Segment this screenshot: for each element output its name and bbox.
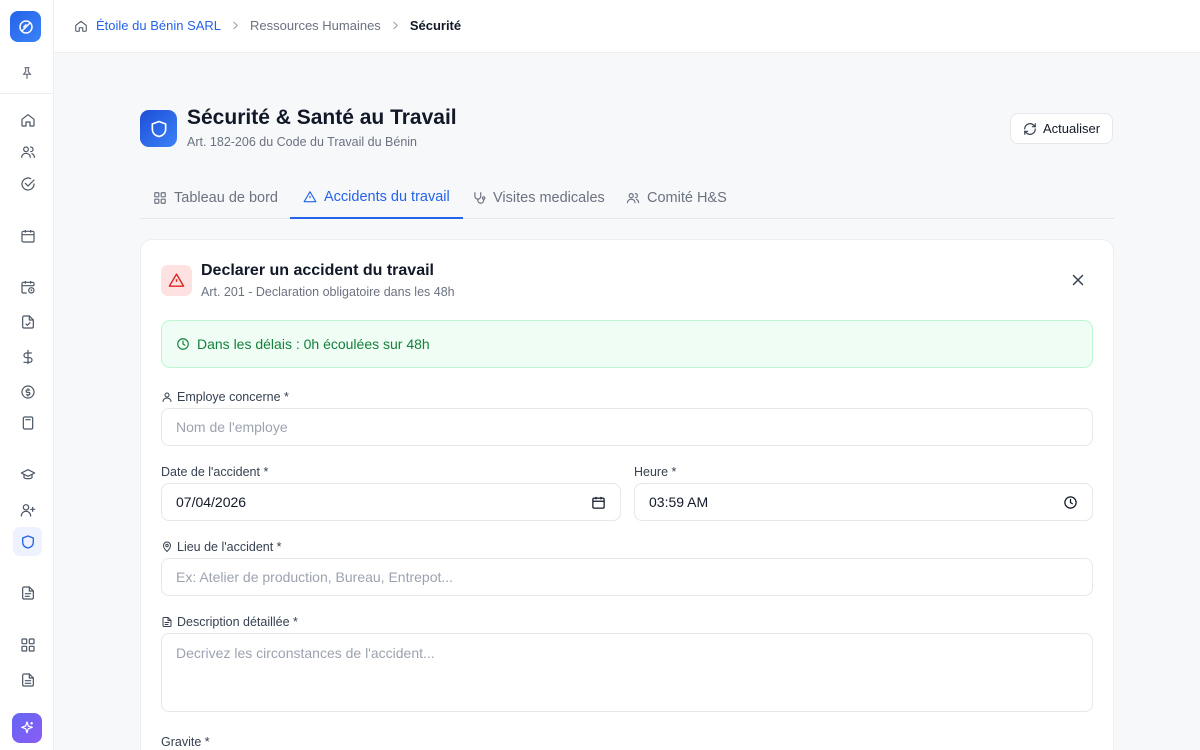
grid-icon [20,637,35,652]
nav-employees[interactable] [13,137,42,166]
refresh-button[interactable]: Actualiser [1010,113,1113,144]
deadline-status-text: Dans les délais : 0h écoulées sur 48h [197,336,430,352]
pin-icon[interactable] [19,65,35,81]
clock-icon [1064,495,1077,509]
calendar-icon [20,229,35,243]
user-plus-icon [20,503,35,517]
date-label-text: Date de l'accident * [161,465,269,479]
user-icon [162,392,172,402]
app-logo[interactable] [10,11,41,42]
tab-label: Tableau de bord [174,190,278,206]
tab-medical-visits[interactable]: Visites medicales [459,177,618,219]
sparkles-icon [21,721,33,734]
sidebar-divider [0,93,54,94]
file-list-icon [21,672,34,687]
warning-icon [303,191,317,203]
date-input[interactable]: 07/04/2026 [161,483,621,521]
deadline-status-banner: Dans les délais : 0h écoulées sur 48h [161,320,1093,368]
stethoscope-icon [474,192,486,204]
shield-icon [140,110,177,147]
breadcrumb-company[interactable]: Étoile du Bénin SARL [96,18,221,33]
nav-logs[interactable] [13,665,42,694]
location-label: Lieu de l'accident * [161,540,282,554]
tab-label: Visites medicales [493,190,605,206]
description-textarea[interactable] [161,633,1093,712]
tab-dashboard[interactable]: Tableau de bord [140,177,291,219]
check-circle-icon [20,176,35,191]
nav-schedule[interactable] [13,272,42,301]
nav-documents-check[interactable] [13,307,42,336]
breadcrumb: Étoile du Bénin SARL Ressources Humaines… [74,18,461,33]
page-subtitle: Art. 182-206 du Code du Travail du Bénin [187,135,418,149]
severity-label: Gravite * [161,735,210,749]
location-label-text: Lieu de l'accident * [177,540,282,554]
breadcrumb-current: Sécurité [409,18,462,33]
nav-payroll[interactable] [13,342,42,371]
time-input[interactable]: 03:59 AM [634,483,1093,521]
home-icon [20,113,35,127]
date-label: Date de l'accident * [161,465,268,479]
coin-icon [20,384,35,399]
grid-icon [154,192,166,204]
file-text-icon [162,617,172,627]
form-subtitle: Art. 201 - Declaration obligatoire dans … [201,285,455,299]
nav-training[interactable] [13,460,42,489]
nav-apps[interactable] [13,630,42,659]
description-label: Description détaillée * [161,615,298,629]
nav-recruitment[interactable] [13,495,42,524]
employee-label-text: Employe concerne * [177,390,289,404]
nav-tasks[interactable] [13,169,42,198]
warning-icon [161,265,192,296]
accident-declaration-form: Declarer un accident du travail Art. 201… [140,239,1114,750]
page-title: Sécurité & Santé au Travail [187,106,457,129]
severity-label-text: Gravite * [161,735,210,749]
nav-calendar[interactable] [13,221,42,250]
description-label-text: Description détaillée * [177,615,298,629]
clock-icon [177,338,189,350]
nav-finance[interactable] [13,377,42,406]
tab-committee[interactable]: Comité H&S [613,177,740,219]
form-title: Declarer un accident du travail [201,262,434,279]
file-text-icon [21,585,34,600]
top-bar: Étoile du Bénin SARL Ressources Humaines… [54,0,1200,53]
chevron-right-icon [229,19,242,32]
refresh-label: Actualiser [1042,121,1101,136]
location-input[interactable] [161,558,1093,596]
nav-security[interactable] [13,527,42,556]
breadcrumb-hr[interactable]: Ressources Humaines [250,18,381,33]
calendar-icon [592,496,605,509]
employee-input[interactable] [161,408,1093,446]
ai-assistant-button[interactable] [12,713,42,743]
users-icon [626,193,640,204]
tab-label: Comité H&S [647,190,727,206]
time-label-text: Heure * [634,465,677,479]
graduation-cap-icon [20,468,35,479]
time-label: Heure * [634,465,676,479]
main-content: Sécurité & Santé au Travail Art. 182-206… [54,53,1200,750]
chevron-right-icon [389,19,402,32]
nav-reports[interactable] [13,578,42,607]
time-value: 03:59 AM [649,494,709,510]
date-value: 07/04/2026 [176,494,247,510]
dollar-icon [22,349,33,364]
calculator-icon [22,415,33,430]
employee-label: Employe concerne * [161,390,289,404]
shield-icon [21,534,34,549]
map-pin-icon [162,541,172,553]
file-check-icon [21,314,34,329]
home-icon[interactable] [74,19,88,33]
tab-accidents[interactable]: Accidents du travail [290,177,463,219]
calendar-clock-icon [20,280,35,294]
nav-home[interactable] [13,105,42,134]
refresh-icon [1024,122,1036,135]
tab-bar: Tableau de bord Accidents du travail Vis… [140,177,1114,219]
users-icon [20,145,35,158]
sidebar [0,0,54,750]
close-icon[interactable] [1069,271,1087,289]
tab-label: Accidents du travail [324,189,450,205]
nav-calculator[interactable] [13,408,42,437]
